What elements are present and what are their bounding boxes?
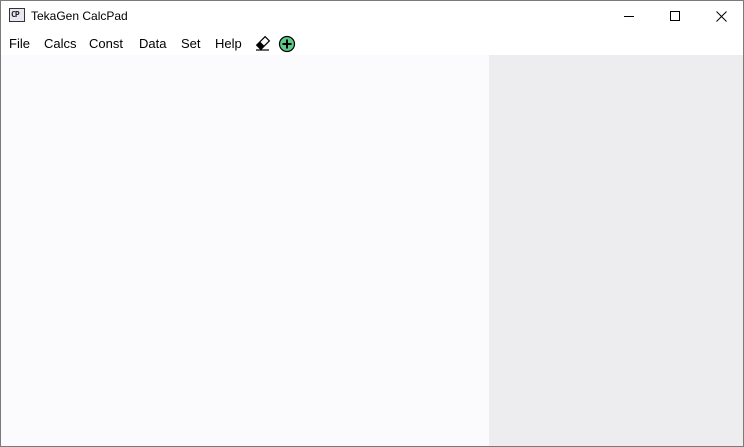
calcpad-app-icon[interactable]: CP <box>9 8 25 22</box>
maximize-button[interactable] <box>652 1 698 31</box>
results-area[interactable] <box>489 55 743 446</box>
add-circle-icon <box>278 35 296 53</box>
close-icon <box>715 10 727 22</box>
menu-file[interactable]: File <box>9 36 30 52</box>
close-button[interactable] <box>698 1 743 31</box>
minimize-button[interactable] <box>606 1 652 31</box>
add-button[interactable] <box>278 35 296 53</box>
menu-calcs[interactable]: Calcs <box>44 36 77 52</box>
menu-const[interactable]: Const <box>89 36 123 52</box>
window-title: TekaGen CalcPad <box>31 9 128 23</box>
menu-bar: File Calcs Const Data Set Help <box>1 31 743 55</box>
app-icon-glyph: CP <box>11 10 20 19</box>
clear-button[interactable] <box>254 34 272 52</box>
menu-help[interactable]: Help <box>215 36 242 52</box>
maximize-icon <box>670 11 680 21</box>
editor-area[interactable] <box>1 55 489 446</box>
menu-data[interactable]: Data <box>139 36 166 52</box>
minimize-icon <box>624 16 634 17</box>
title-bar[interactable]: CP TekaGen CalcPad <box>1 1 743 31</box>
app-window: CP TekaGen CalcPad File Calcs Const Data… <box>0 0 744 447</box>
eraser-icon <box>255 35 271 51</box>
menu-set[interactable]: Set <box>181 36 201 52</box>
